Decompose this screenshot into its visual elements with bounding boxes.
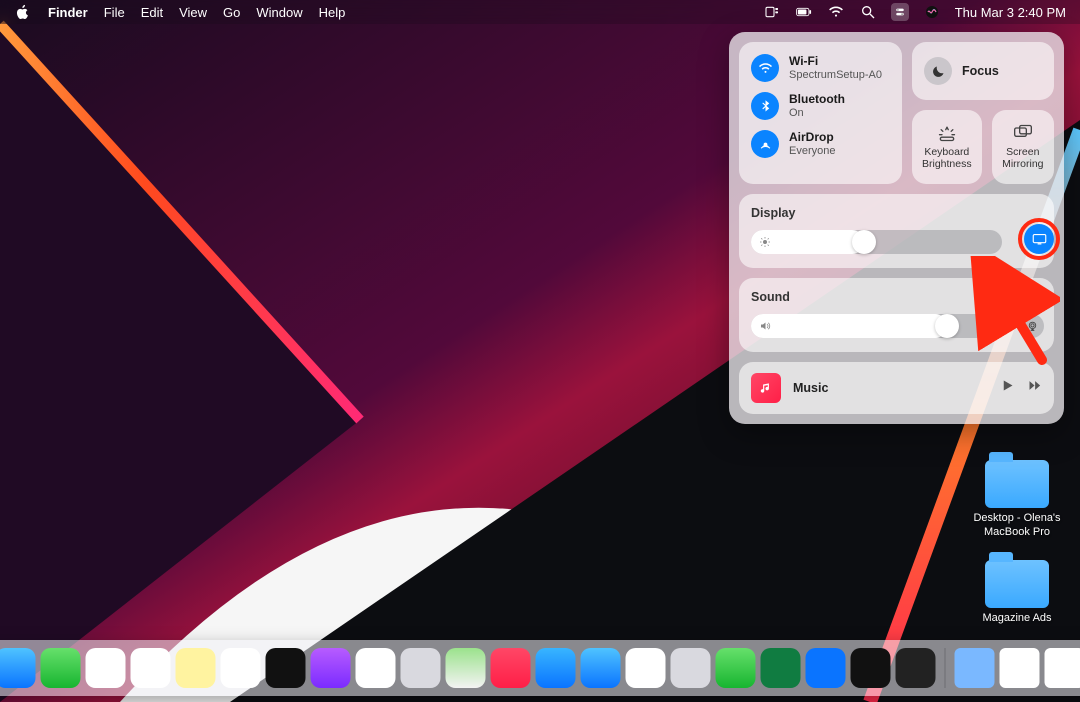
music-tile[interactable]: Music [739,362,1054,414]
dock-app-settings[interactable] [671,648,711,688]
bluetooth-title: Bluetooth [789,93,845,106]
focus-label: Focus [962,64,999,78]
airdrop-toggle[interactable]: AirDrop Everyone [751,130,890,158]
menu-edit[interactable]: Edit [141,5,163,20]
siri-icon[interactable] [923,3,941,21]
dock-app-podcasts[interactable] [311,648,351,688]
wifi-subtitle: SpectrumSetup-A0 [789,69,882,81]
display-title: Display [751,206,1042,220]
music-app-icon [751,373,781,403]
menu-help[interactable]: Help [319,5,346,20]
airdrop-icon [751,130,779,158]
dock-app-terminal[interactable] [851,648,891,688]
dock-app-music[interactable] [491,648,531,688]
bluetooth-icon [751,92,779,120]
wifi-icon[interactable] [827,3,845,21]
control-center-icon[interactable] [891,3,909,21]
dock-separator [945,648,946,688]
screen-mirroring-icon [1013,124,1033,142]
focus-toggle[interactable]: Focus [912,42,1054,100]
desktop-folder-label: Magazine Ads [972,612,1062,626]
bluetooth-subtitle: On [789,107,845,119]
dock-app-notes[interactable] [176,648,216,688]
folder-icon [985,460,1049,508]
volume-slider[interactable] [751,314,1002,338]
dock-app-tv[interactable] [266,648,306,688]
menu-app-name[interactable]: Finder [48,5,88,20]
dock-item-desktop[interactable] [955,648,995,688]
screen-mirroring-label: Screen Mirroring [1002,147,1044,170]
next-track-button[interactable] [1027,378,1042,398]
desktop-folder-2[interactable]: Magazine Ads [972,560,1062,626]
display-icon [1032,233,1047,246]
dock-app-freeform[interactable] [221,648,261,688]
dock-app-maps[interactable] [446,648,486,688]
dock-item-textfile[interactable] [1000,648,1040,688]
annotation-arrow [970,256,1060,366]
dock-app-activity[interactable] [896,648,936,688]
menu-datetime[interactable]: Thu Mar 3 2:40 PM [955,5,1066,20]
keyboard-brightness-icon [937,124,957,142]
menu-file[interactable]: File [104,5,125,20]
dock-app-keynote[interactable] [806,648,846,688]
dock-app-safari[interactable] [581,648,621,688]
dock-app-numbers[interactable] [716,648,756,688]
dock-app-contacts[interactable] [401,648,441,688]
folder-icon [985,560,1049,608]
dock-app-slack[interactable] [626,648,666,688]
moon-icon [924,57,952,85]
dock-app-excel[interactable] [761,648,801,688]
music-label: Music [793,381,828,395]
menu-go[interactable]: Go [223,5,240,20]
dock [0,640,1080,696]
dock-app-mail[interactable] [0,648,36,688]
wifi-icon [751,54,779,82]
airdrop-subtitle: Everyone [789,145,835,157]
airdrop-title: AirDrop [789,131,835,144]
dock-app-photos[interactable] [86,648,126,688]
screen-mirroring-button[interactable]: Screen Mirroring [992,110,1054,184]
spotlight-icon[interactable] [859,3,877,21]
dock-app-appstore[interactable] [536,648,576,688]
play-button[interactable] [1000,378,1015,398]
menu-window[interactable]: Window [256,5,302,20]
speaker-icon [759,320,771,332]
battery-icon[interactable] [795,3,813,21]
sun-icon [759,236,771,248]
stage-manager-icon[interactable] [763,3,781,21]
dock-item-preview[interactable] [1045,648,1080,688]
dock-app-facetime[interactable] [41,648,81,688]
desktop-folder-label: Desktop - Olena's MacBook Pro [972,512,1062,540]
display-settings-button[interactable] [1024,224,1054,254]
dock-app-calendar[interactable] [356,648,396,688]
desktop-folder-1[interactable]: Desktop - Olena's MacBook Pro [972,460,1062,540]
apple-menu-icon[interactable] [14,3,32,21]
menu-bar: Finder File Edit View Go Window Help Thu… [0,0,1080,24]
wifi-title: Wi-Fi [789,55,882,68]
dock-app-reminders[interactable] [131,648,171,688]
brightness-slider[interactable] [751,230,1002,254]
keyboard-brightness-button[interactable]: Keyboard Brightness [912,110,982,184]
bluetooth-toggle[interactable]: Bluetooth On [751,92,890,120]
keyboard-brightness-label: Keyboard Brightness [922,147,972,170]
menu-view[interactable]: View [179,5,207,20]
wifi-toggle[interactable]: Wi-Fi SpectrumSetup-A0 [751,54,890,82]
network-tile: Wi-Fi SpectrumSetup-A0 Bluetooth On AirD… [739,42,902,184]
